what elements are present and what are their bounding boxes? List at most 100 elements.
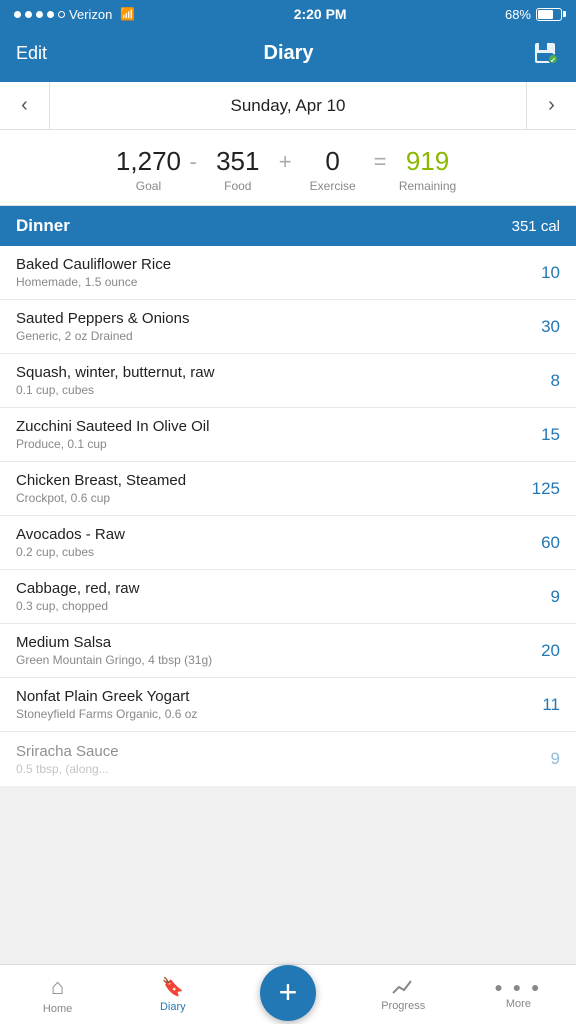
food-cal-6: 9 xyxy=(520,587,560,607)
food-cal-7: 20 xyxy=(520,641,560,661)
food-detail-5: 0.2 cup, cubes xyxy=(16,545,520,559)
next-date-button[interactable]: › xyxy=(526,82,576,130)
more-label: More xyxy=(506,998,531,1010)
progress-label: Progress xyxy=(381,1000,425,1012)
food-block: 351 Food xyxy=(203,146,273,193)
food-cal-2: 8 xyxy=(520,371,560,391)
remaining-label: Remaining xyxy=(399,179,456,193)
food-cal-8: 11 xyxy=(520,695,560,715)
nav-progress[interactable]: Progress xyxy=(346,977,461,1012)
goal-block: 1,270 Goal xyxy=(113,146,183,193)
food-name-2: Squash, winter, butternut, raw xyxy=(16,364,520,381)
food-detail-8: Stoneyfield Farms Organic, 0.6 oz xyxy=(16,707,520,721)
food-name-0: Baked Cauliflower Rice xyxy=(16,256,520,273)
remaining-block: 919 Remaining xyxy=(393,146,463,193)
food-info-0: Baked Cauliflower Rice Homemade, 1.5 oun… xyxy=(16,256,520,289)
signal-dot-4 xyxy=(47,11,54,18)
add-button[interactable]: + xyxy=(260,965,316,1021)
food-detail-6: 0.3 cup, chopped xyxy=(16,599,520,613)
food-name-3: Zucchini Sauteed In Olive Oil xyxy=(16,418,520,435)
carrier-name: Verizon xyxy=(69,7,112,22)
food-cal-4: 125 xyxy=(520,479,560,499)
food-detail-9: 0.5 tbsp, (along... xyxy=(16,762,520,776)
battery-icon xyxy=(536,8,562,21)
signal-dot-2 xyxy=(25,11,32,18)
home-icon: ⌂ xyxy=(51,974,64,1000)
food-item-7[interactable]: Medium Salsa Green Mountain Gringo, 4 tb… xyxy=(0,624,576,678)
food-item-0[interactable]: Baked Cauliflower Rice Homemade, 1.5 oun… xyxy=(0,246,576,300)
remaining-value: 919 xyxy=(406,146,449,177)
food-item-8[interactable]: Nonfat Plain Greek Yogart Stoneyfield Fa… xyxy=(0,678,576,732)
wifi-icon: 📶 xyxy=(120,7,135,21)
bottom-spacer xyxy=(0,786,576,856)
food-cal-9: 9 xyxy=(520,749,560,769)
diary-label: Diary xyxy=(160,1001,186,1013)
dinner-section-header: Dinner 351 cal xyxy=(0,206,576,246)
bottom-navigation: ⌂ Home 🔖 Diary + Progress ● ● ● More xyxy=(0,964,576,1024)
carrier-signal: Verizon 📶 xyxy=(14,7,135,22)
date-navigation: ‹ Sunday, Apr 10 › xyxy=(0,82,576,130)
food-value: 351 xyxy=(216,146,259,177)
minus-operator: - xyxy=(183,149,202,175)
food-info-6: Cabbage, red, raw 0.3 cup, chopped xyxy=(16,580,520,613)
dinner-title: Dinner xyxy=(16,216,70,236)
food-item-9[interactable]: Sriracha Sauce 0.5 tbsp, (along... 9 xyxy=(0,732,576,786)
food-detail-3: Produce, 0.1 cup xyxy=(16,437,520,451)
goal-label: Goal xyxy=(136,179,161,193)
page-title: Diary xyxy=(264,42,314,65)
status-bar: Verizon 📶 2:20 PM 68% xyxy=(0,0,576,28)
food-cal-5: 60 xyxy=(520,533,560,553)
signal-dot-3 xyxy=(36,11,43,18)
diary-icon: 🔖 xyxy=(162,977,184,998)
food-name-6: Cabbage, red, raw xyxy=(16,580,520,597)
food-detail-1: Generic, 2 oz Drained xyxy=(16,329,520,343)
signal-dot-5 xyxy=(58,11,65,18)
exercise-value: 0 xyxy=(325,146,339,177)
food-item-5[interactable]: Avocados - Raw 0.2 cup, cubes 60 xyxy=(0,516,576,570)
food-name-1: Sauted Peppers & Onions xyxy=(16,310,520,327)
food-name-9: Sriracha Sauce xyxy=(16,743,520,760)
food-info-8: Nonfat Plain Greek Yogart Stoneyfield Fa… xyxy=(16,688,520,721)
food-detail-0: Homemade, 1.5 ounce xyxy=(16,275,520,289)
food-name-7: Medium Salsa xyxy=(16,634,520,651)
food-cal-1: 30 xyxy=(520,317,560,337)
app-header: Edit Diary ✓ xyxy=(0,28,576,82)
nav-more[interactable]: ● ● ● More xyxy=(461,979,576,1010)
food-info-7: Medium Salsa Green Mountain Gringo, 4 tb… xyxy=(16,634,520,667)
nav-diary[interactable]: 🔖 Diary xyxy=(115,977,230,1013)
food-cal-3: 15 xyxy=(520,425,560,445)
plus-operator: + xyxy=(273,149,298,175)
food-info-3: Zucchini Sauteed In Olive Oil Produce, 0… xyxy=(16,418,520,451)
battery-indicator: 68% xyxy=(505,7,562,22)
food-item-3[interactable]: Zucchini Sauteed In Olive Oil Produce, 0… xyxy=(0,408,576,462)
more-icon: ● ● ● xyxy=(494,979,542,995)
exercise-block: 0 Exercise xyxy=(298,146,368,193)
goal-value: 1,270 xyxy=(116,146,181,177)
food-detail-7: Green Mountain Gringo, 4 tbsp (31g) xyxy=(16,653,520,667)
svg-text:✓: ✓ xyxy=(550,58,556,65)
exercise-label: Exercise xyxy=(310,179,356,193)
save-button[interactable]: ✓ xyxy=(530,38,560,68)
food-list: Baked Cauliflower Rice Homemade, 1.5 oun… xyxy=(0,246,576,786)
prev-date-button[interactable]: ‹ xyxy=(0,82,50,130)
food-info-5: Avocados - Raw 0.2 cup, cubes xyxy=(16,526,520,559)
food-item-2[interactable]: Squash, winter, butternut, raw 0.1 cup, … xyxy=(0,354,576,408)
food-detail-2: 0.1 cup, cubes xyxy=(16,383,520,397)
battery-fill xyxy=(538,10,553,19)
food-item-6[interactable]: Cabbage, red, raw 0.3 cup, chopped 9 xyxy=(0,570,576,624)
food-info-9: Sriracha Sauce 0.5 tbsp, (along... xyxy=(16,743,520,776)
status-time: 2:20 PM xyxy=(294,6,347,22)
nav-home[interactable]: ⌂ Home xyxy=(0,974,115,1015)
nav-add[interactable]: + xyxy=(230,965,345,1024)
current-date: Sunday, Apr 10 xyxy=(231,96,346,116)
food-info-2: Squash, winter, butternut, raw 0.1 cup, … xyxy=(16,364,520,397)
save-icon: ✓ xyxy=(531,39,559,67)
food-name-5: Avocados - Raw xyxy=(16,526,520,543)
food-detail-4: Crockpot, 0.6 cup xyxy=(16,491,520,505)
dinner-calories: 351 cal xyxy=(512,218,560,235)
food-item-4[interactable]: Chicken Breast, Steamed Crockpot, 0.6 cu… xyxy=(0,462,576,516)
battery-percent: 68% xyxy=(505,7,531,22)
food-item-1[interactable]: Sauted Peppers & Onions Generic, 2 oz Dr… xyxy=(0,300,576,354)
edit-button[interactable]: Edit xyxy=(16,43,47,64)
equals-operator: = xyxy=(368,149,393,175)
